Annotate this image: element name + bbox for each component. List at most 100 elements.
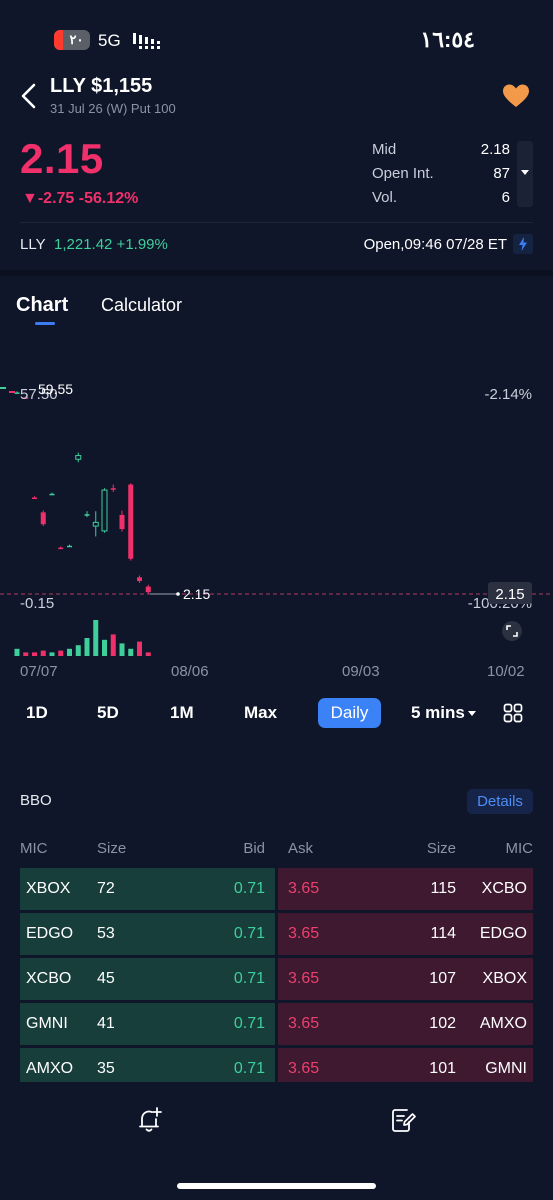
candle-body <box>101 489 108 532</box>
range-1m-button[interactable]: 1M <box>170 703 194 723</box>
range-1d-button[interactable]: 1D <box>26 703 48 723</box>
details-button[interactable]: Details <box>467 789 533 814</box>
volume-bar <box>75 645 81 656</box>
table-row: GMNI 41 0.71 3.65 102 AMXO <box>20 1003 533 1045</box>
grid-icon[interactable] <box>503 703 523 723</box>
last-price-dot <box>176 592 180 596</box>
bid-size: 72 <box>97 880 115 897</box>
ask-mic: EDGO <box>479 925 527 942</box>
volume-bar <box>23 652 29 656</box>
volume-bar <box>49 652 55 656</box>
volume-bar <box>102 639 107 656</box>
ask-price: 3.65 <box>288 925 320 942</box>
signal-icon <box>133 33 160 49</box>
ask-price: 3.65 <box>288 970 320 987</box>
home-indicator <box>177 1183 376 1189</box>
candle-body <box>137 577 142 582</box>
ask-cell: 3.65 114 EDGO <box>278 913 533 955</box>
underlying-symbol[interactable]: LLY <box>20 236 46 253</box>
ask-mic: XCBO <box>481 880 527 897</box>
ask-cell: 3.65 101 GMNI <box>278 1048 533 1082</box>
bell-plus-icon[interactable] <box>137 1106 163 1134</box>
battery-level: ٢٠ <box>69 32 84 47</box>
y-max-right: -2.14% <box>484 386 532 403</box>
range-daily-button[interactable]: Daily <box>318 698 381 728</box>
bid-price: 0.71 <box>233 1060 265 1077</box>
x-tick: 10/02 <box>487 663 525 680</box>
tab-chart[interactable]: Chart <box>16 294 68 317</box>
ask-size: 101 <box>429 1060 456 1077</box>
tab-calculator[interactable]: Calculator <box>101 295 182 316</box>
candle-body <box>58 547 64 550</box>
candle-body <box>110 488 116 490</box>
bid-price: 0.71 <box>233 925 265 942</box>
battery-indicator: ٢٠ <box>54 30 90 50</box>
chevron-down-icon <box>521 170 529 175</box>
bbo-title: BBO <box>20 792 52 809</box>
col-header-mic: MIC <box>20 840 48 857</box>
volume-bar <box>67 648 72 656</box>
heart-icon[interactable] <box>502 83 530 109</box>
underlying-price: 1,221.42 +1.99% <box>54 236 168 253</box>
volume-value: 6 <box>501 189 510 206</box>
ask-cell: 3.65 107 XBOX <box>278 958 533 1000</box>
candle-body <box>67 545 72 548</box>
interval-select[interactable]: 5 mins <box>411 703 476 723</box>
notes-icon[interactable] <box>390 1106 416 1134</box>
ask-price: 3.65 <box>288 880 320 897</box>
bid-price: 0.71 <box>233 1015 265 1032</box>
table-row: AMXO 35 0.71 3.65 101 GMNI <box>20 1048 533 1082</box>
volume-bar <box>40 650 46 656</box>
ask-mic: GMNI <box>485 1060 527 1077</box>
candle-body <box>32 497 37 500</box>
price-change: ▼-2.75 -56.12% <box>22 190 139 207</box>
bid-mic: AMXO <box>26 1060 74 1077</box>
x-tick: 07/07 <box>20 663 58 680</box>
candle-body <box>75 455 82 460</box>
bid-mic: XBOX <box>26 880 71 897</box>
bolt-icon[interactable] <box>513 234 533 254</box>
volume-bar <box>93 620 99 656</box>
last-price: 2.15 <box>20 135 104 182</box>
table-row: EDGO 53 0.71 3.65 114 EDGO <box>20 913 533 955</box>
bid-size: 53 <box>97 925 115 942</box>
volume-bar <box>119 643 125 656</box>
fullscreen-icon[interactable] <box>502 621 522 641</box>
ask-price: 3.65 <box>288 1060 320 1077</box>
ask-size: 102 <box>429 1015 456 1032</box>
back-icon[interactable] <box>18 82 42 110</box>
mid-value: 2.18 <box>480 141 510 158</box>
volume-label: Vol. <box>372 189 398 206</box>
candle-body <box>49 493 55 496</box>
open-int-label: Open Int. <box>372 165 434 182</box>
network-type: 5G <box>98 31 121 50</box>
candle-body <box>84 514 90 516</box>
bid-cell: AMXO 35 0.71 <box>20 1048 275 1082</box>
range-5d-button[interactable]: 5D <box>97 703 119 723</box>
interval-label: 5 mins <box>411 703 465 722</box>
volume-bar <box>58 650 64 656</box>
volume-bar <box>14 648 20 656</box>
bid-cell: GMNI 41 0.71 <box>20 1003 275 1045</box>
table-row: XBOX 72 0.71 3.65 115 XCBO <box>20 868 533 910</box>
ask-size: 115 <box>430 880 456 897</box>
ask-size: 114 <box>430 925 456 942</box>
table-row: XCBO 45 0.71 3.65 107 XBOX <box>20 958 533 1000</box>
y-max-overlay: 59.55 <box>38 381 73 397</box>
price-chart[interactable]: 57.50 59.55 -2.14% -0.15 -100.20% 2.15 2… <box>0 330 553 660</box>
open-int-value: 87 <box>493 165 510 182</box>
page-title: LLY $1,155 <box>50 75 153 97</box>
candle-body <box>92 521 99 527</box>
volume-bar <box>145 652 151 656</box>
candle-body <box>128 484 134 559</box>
x-tick: 09/03 <box>342 663 380 680</box>
ask-mic: AMXO <box>479 1015 527 1032</box>
range-max-button[interactable]: Max <box>244 703 277 723</box>
bid-cell: XCBO 45 0.71 <box>20 958 275 1000</box>
caret-down-icon <box>467 711 476 717</box>
col-header-ask-size: Size <box>426 840 456 857</box>
status-time: ١٦:٥٤ <box>420 27 475 52</box>
candle-body <box>119 514 125 530</box>
market-status: Open,09:46 07/28 ET <box>363 236 507 253</box>
bid-size: 45 <box>97 970 115 987</box>
